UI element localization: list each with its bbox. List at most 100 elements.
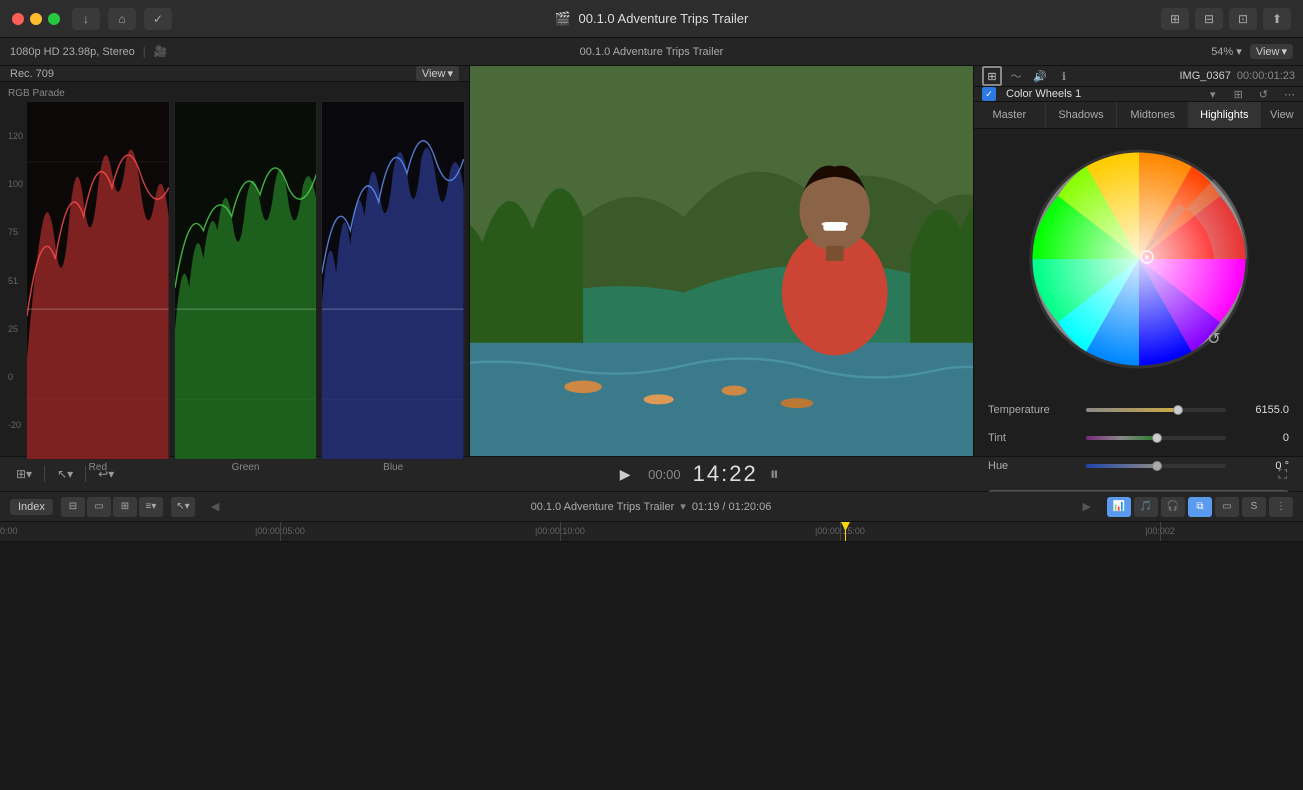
clip-view-icon[interactable]: ▭ [1215,497,1239,517]
chevron-down-icon: ▾ [1210,88,1216,101]
more-tools-icon[interactable]: ⋮ [1269,497,1293,517]
tab-shadows[interactable]: Shadows [1046,102,1118,128]
tint-slider[interactable] [1086,436,1226,440]
tool-icons: ↖▾ [171,497,195,517]
more-icon[interactable]: ⋯ [1284,88,1295,101]
fullscreen-btn[interactable]: ⛶ [1275,465,1291,484]
preview-panel [470,66,973,456]
maximize-button[interactable] [48,13,60,25]
tint-label: Tint [988,432,1078,444]
zoom-chevron-icon[interactable]: ▾ [1236,46,1242,58]
project-name-center: 00.1.0 Adventure Trips Trailer [580,46,724,58]
clip2-icon[interactable]: ⊞ [113,497,137,517]
scope-header: Rec. 709 View ▾ [0,66,469,82]
tint-row: Tint 0 [988,428,1289,448]
timeline-project-name: 00.1.0 Adventure Trips Trailer [531,501,675,513]
tab-midtones[interactable]: Midtones [1117,102,1189,128]
scope-view-btn[interactable]: View ▾ [416,66,459,81]
scope-channel-red [26,101,170,460]
ruler-10s: |00:00:10:00 [535,526,585,536]
chevron-down-icon2[interactable]: ▾ [680,500,686,513]
audio-icon[interactable]: 🔊 [1030,66,1050,86]
temperature-slider[interactable] [1086,408,1226,412]
link-icon[interactable]: ⧉ [1188,497,1212,517]
camera-icon: 🎥 [154,45,168,58]
check-icon[interactable]: ✓ [144,8,172,30]
scope-channel-green [174,101,318,460]
info-icon[interactable]: ℹ [1054,66,1074,86]
temperature-value: 6155.0 [1234,404,1289,416]
scope-channels [4,101,465,460]
clip-timecode: 00:00:01:23 [1237,70,1295,82]
reset-wheel-icon: ↺ [1207,331,1220,348]
export-icon[interactable]: ⬆ [1263,8,1291,30]
view-button[interactable]: View ▾ [1250,44,1293,59]
titlebar-icons: ↓ ⌂ ✓ [72,8,172,30]
audio-icon2[interactable]: 🎵 [1134,497,1158,517]
reset-icon[interactable]: ↺ [1259,88,1268,101]
transport-right-tools: ⛶ [1275,465,1291,484]
scope-body: RGB Parade 120 100 75 51 25 0 -20 [0,82,469,479]
grid-view-icon[interactable]: ⊞ [982,66,1002,86]
wave-icon[interactable]: 〜 [1006,66,1026,86]
close-button[interactable] [12,13,24,25]
scope-panel: Rec. 709 View ▾ RGB Parade 120 100 75 51… [0,66,470,456]
infobar: 1080p HD 23.98p, Stereo | 🎥 00.1.0 Adven… [0,38,1303,66]
select-tool-icon[interactable]: ↖▾ [171,497,195,517]
effect-name: Color Wheels 1 [1006,88,1204,100]
ruler-5s: |00:00:05:00 [255,526,305,536]
copy-icon[interactable]: ⊞ [1234,88,1243,101]
scope-channel-labels: Red Green Blue [4,460,465,475]
temperature-row: Temperature 6155.0 [988,400,1289,420]
pause-icon[interactable]: ⏸ [770,464,779,485]
tab-master[interactable]: Master [974,102,1046,128]
titlebar-right-icons: ⊞ ⊟ ⊡ ⬆ [1161,8,1291,30]
layout-icon[interactable]: ⊞ [1161,8,1189,30]
format-label: 1080p HD 23.98p, Stereo [10,46,135,58]
effect-header: ✓ Color Wheels 1 ▾ ⊞ ↺ ⋯ [974,87,1303,102]
clips-icon[interactable]: ≡▾ [139,497,163,517]
grid-icon[interactable]: ⊟ [1195,8,1223,30]
view-chevron-icon: ▾ [1281,45,1287,58]
clip-info-right: IMG_0367 00:00:01:23 [1180,70,1296,82]
right-arrow[interactable]: ▶ [1083,500,1091,513]
infobar-right: 54% ▾ View ▾ [1211,44,1293,59]
left-arrow[interactable]: ◀ [211,500,219,513]
color-panel-icons: ⊞ 〜 🔊 ℹ [982,66,1074,86]
effect-checkbox[interactable]: ✓ [982,87,996,101]
clip-icon[interactable]: ▭ [87,497,111,517]
minimize-button[interactable] [30,13,42,25]
clip-name: IMG_0367 [1180,70,1231,82]
tab-highlights[interactable]: Highlights [1189,102,1261,128]
timeline-project-info: 00.1.0 Adventure Trips Trailer ▾ 01:19 /… [227,500,1074,513]
hue-slider[interactable] [1086,464,1226,468]
transport-position: 00:00 [648,467,681,482]
headphone-icon[interactable]: 🎧 [1161,497,1185,517]
download-icon[interactable]: ↓ [72,8,100,30]
timeline-position: 01:19 / 01:20:06 [692,501,772,513]
index-button[interactable]: Index [10,499,53,515]
zoom-label: 54% ▾ [1211,45,1242,58]
ruler-15s: |00:00:15:00 [815,526,865,536]
tab-view[interactable]: View [1261,102,1303,128]
green-label: Green [174,460,318,475]
play-button[interactable]: ▶ [614,463,636,485]
scope-title: Rec. 709 [10,68,54,80]
ruler-0: 00:00:00 [0,526,18,536]
timeline-header: Index ⊟ ▭ ⊞ ≡▾ ↖▾ ◀ 00.1.0 Adventure Tri… [0,492,1303,522]
project-title: 🎬 00.1.0 Adventure Trips Trailer [555,11,749,27]
color-wheel-container: ↺ [1029,149,1249,372]
key-icon[interactable]: ⌂ [108,8,136,30]
audio-meters-icon[interactable]: 📊 [1107,497,1131,517]
filmstrip-icon[interactable]: ⊟ [61,497,85,517]
timeline-area: Index ⊟ ▭ ⊞ ≡▾ ↖▾ ◀ 00.1.0 Adventure Tri… [0,492,1303,542]
tint-value: 0 [1234,432,1289,444]
red-label: Red [26,460,170,475]
solo-icon[interactable]: S [1242,497,1266,517]
view-toggle-icon[interactable]: ⊡ [1229,8,1257,30]
color-wheel-svg[interactable]: ↺ [1029,149,1249,369]
color-wheel-area: ↺ [974,129,1303,392]
timeline-view-icons: ⊟ ▭ ⊞ ≡▾ [61,497,163,517]
titlebar: ↓ ⌂ ✓ 🎬 00.1.0 Adventure Trips Trailer ⊞… [0,0,1303,38]
temperature-label: Temperature [988,404,1078,416]
